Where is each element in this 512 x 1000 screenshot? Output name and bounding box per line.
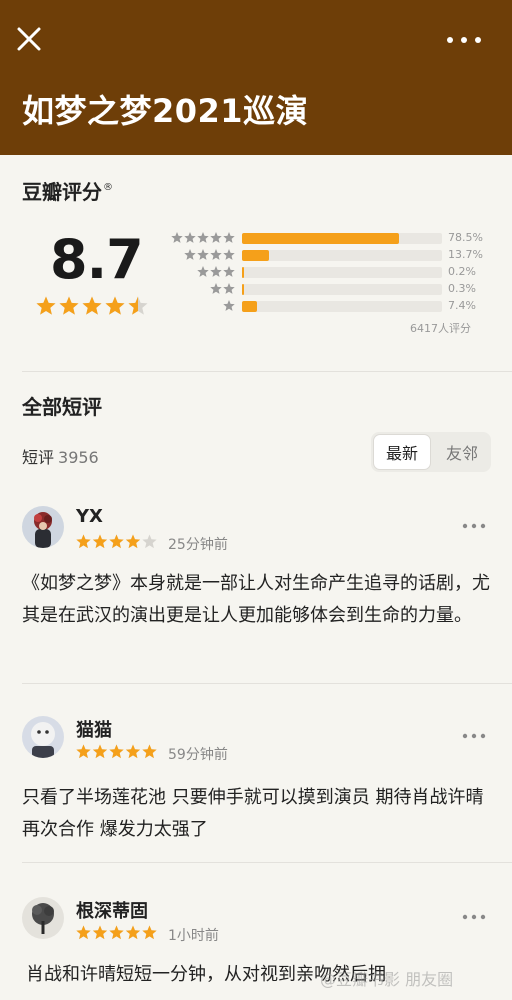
more-dots-icon[interactable] [462,732,486,740]
distribution-percent: 78.5% [448,231,483,244]
rating-title: 豆瓣评分® [22,180,113,204]
rating-distribution-row: 13.7% [165,248,495,262]
review-text: 只看了半场莲花池 只要伸手就可以摸到演员 期待肖战许晴再次合作 爆发力太强了 [22,787,484,840]
short-reviews-count: 短评 3956 [22,448,99,467]
star-icon [223,300,235,311]
rating-total-count: 6417人评分 [410,322,471,335]
star-icon [109,534,124,549]
registered-mark: ® [103,182,113,193]
avatar[interactable] [22,897,64,939]
star-icon [36,296,56,315]
rating-distribution-row: 0.3% [165,282,495,296]
distribution-stars [210,283,235,294]
more-dots-icon[interactable] [446,30,482,50]
star-icon [223,249,235,260]
star-icon [171,232,183,243]
reviewer-name[interactable]: YX [76,506,103,527]
rating-distribution-row: 0.2% [165,265,495,279]
rating-stars [36,296,148,315]
star-icon [92,925,108,940]
distribution-bar [242,284,442,295]
avatar[interactable] [22,506,64,548]
distribution-bar-fill [242,301,257,312]
review-stars [76,744,157,759]
star-icon [197,249,209,260]
rating-score: 8.7 [50,228,144,291]
more-dots-icon[interactable] [462,522,486,530]
star-icon [223,232,235,243]
star-icon [142,534,157,549]
avatar[interactable] [22,716,64,758]
divider [22,862,512,863]
distribution-stars [171,232,235,243]
more-dots-icon[interactable] [462,913,486,921]
star-icon [210,232,222,243]
divider [22,683,512,684]
distribution-stars [197,266,235,277]
star-icon [197,232,209,243]
star-icon [92,534,108,549]
watermark: @豆瓣书影 朋友圈 [320,970,454,989]
star-icon [59,296,79,315]
star-icon [184,232,196,243]
star-icon [210,266,222,277]
review-stars [76,925,157,940]
distribution-bar [242,233,442,244]
star-icon [184,249,196,260]
distribution-bar-fill [242,233,399,244]
star-icon [223,283,235,294]
distribution-percent: 13.7% [448,248,483,261]
rating-distribution-row: 78.5% [165,231,495,245]
review-time: 25分钟前 [168,537,228,553]
star-icon [142,925,157,940]
star-icon [210,283,222,294]
review-time: 1小时前 [168,928,219,944]
distribution-bar [242,250,442,261]
divider [22,371,512,372]
distribution-stars [223,300,235,311]
distribution-bar-fill [242,250,270,261]
review-time: 59分钟前 [168,747,228,763]
review-text: 《如梦之梦》本身就是一部让人对生命产生追寻的话剧，尤其是在武汉的演出更是让人更加… [22,573,490,626]
page-title: 如梦之梦2021巡演 [22,92,309,130]
star-icon [223,266,235,277]
distribution-percent: 7.4% [448,299,476,312]
distribution-bar-fill [242,267,244,278]
star-icon [105,296,125,315]
close-icon[interactable] [12,22,46,56]
distribution-stars [184,249,235,260]
star-icon [76,925,91,940]
distribution-bar [242,301,442,312]
star-icon [125,534,141,549]
star-icon [82,296,102,315]
star-icon [92,744,108,759]
distribution-percent: 0.2% [448,265,476,278]
star-icon [76,744,91,759]
sort-latest-button[interactable]: 最新 [373,434,431,470]
star-icon [197,266,209,277]
distribution-bar [242,267,442,278]
star-icon [210,249,222,260]
rating-distribution-row: 7.4% [165,299,495,313]
header-bar: 如梦之梦2021巡演 [0,0,512,155]
reviewer-name[interactable]: 根深蒂固 [76,897,148,923]
star-icon [109,744,124,759]
short-reviews-title: 全部短评 [22,395,102,419]
review-stars [76,534,157,549]
star-icon [125,925,141,940]
star-icon [125,744,141,759]
distribution-percent: 0.3% [448,282,476,295]
sort-toggle: 最新 友邻 [371,432,491,472]
reviewer-name[interactable]: 猫猫 [76,716,112,742]
star-icon [76,534,91,549]
sort-friends-button[interactable]: 友邻 [433,434,491,470]
star-icon [109,925,124,940]
distribution-bar-fill [242,284,244,295]
star-icon [142,744,157,759]
